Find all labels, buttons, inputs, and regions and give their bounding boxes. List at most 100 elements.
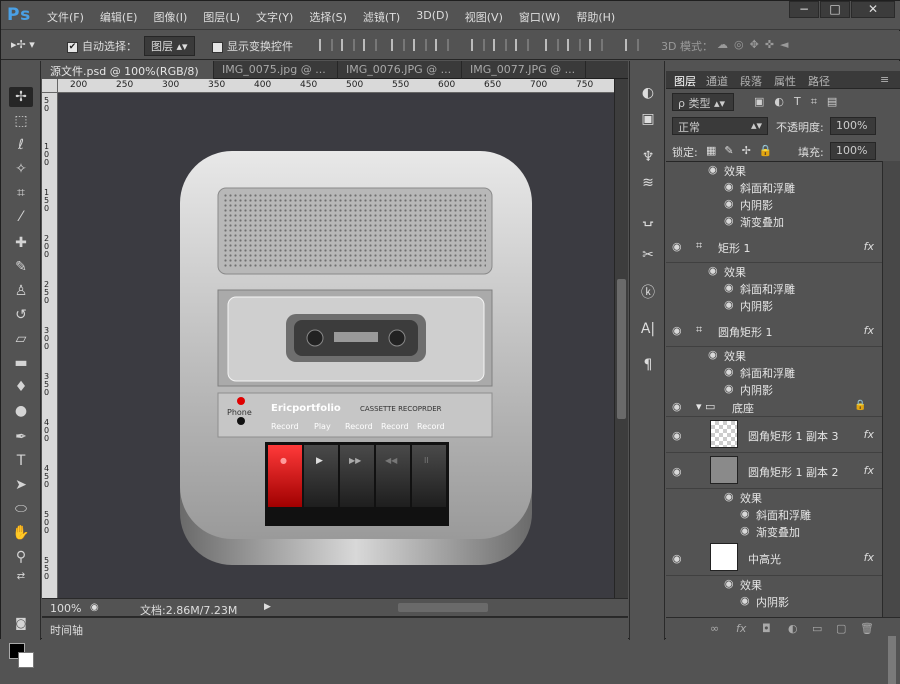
- horizontal-ruler[interactable]: 200 250 300 350 400 450 500 550 600 650 700 750: [58, 79, 614, 93]
- align-right-icon[interactable]: [435, 39, 449, 51]
- menu-item[interactable]: 文字(Y): [256, 9, 293, 25]
- tab-doc-2[interactable]: IMG_0075.jpg @ ... ×: [214, 61, 338, 89]
- panel-menu-icon[interactable]: ≡: [880, 73, 889, 86]
- canvas-vertical-scrollbar[interactable]: [614, 79, 628, 598]
- distribute-left-icon[interactable]: [545, 39, 559, 51]
- brush-tool-icon[interactable]: ✎: [9, 257, 33, 277]
- 3d-tools-icons[interactable]: ☁◎✥✜◄: [717, 38, 795, 51]
- visibility-eye-icon[interactable]: ◉: [724, 490, 734, 503]
- status-arrow-icon[interactable]: ▶: [264, 602, 271, 612]
- type-tool-icon[interactable]: T: [9, 451, 33, 471]
- paragraph-panel-icon[interactable]: ¶: [638, 355, 658, 375]
- align-top-icon[interactable]: [319, 39, 333, 51]
- fx-badge[interactable]: fx: [864, 240, 874, 253]
- layer-effect-item[interactable]: ◉ 内阴影: [666, 196, 882, 213]
- kuler-icon[interactable]: ⓚ: [638, 283, 658, 303]
- distribute-right-icon[interactable]: [589, 39, 603, 51]
- magic-wand-icon[interactable]: ✧: [9, 159, 33, 179]
- zoom-level[interactable]: 100%: [50, 602, 81, 615]
- new-layer-icon[interactable]: ▢: [836, 622, 846, 635]
- lasso-tool-icon[interactable]: ℓ: [9, 135, 33, 155]
- visibility-eye-icon[interactable]: ◉: [672, 465, 682, 478]
- visibility-eye-icon[interactable]: ◉: [708, 264, 718, 277]
- visibility-eye-icon[interactable]: ◉: [724, 180, 734, 193]
- move-tool-icon[interactable]: ▸✢ ▾: [11, 38, 35, 51]
- healing-brush-icon[interactable]: ✚: [9, 233, 33, 253]
- layer-name[interactable]: 中高光: [748, 551, 781, 567]
- menu-item[interactable]: 选择(S): [309, 9, 347, 25]
- ruler-corner[interactable]: [42, 79, 58, 93]
- layer-effect-item[interactable]: ◉ 斜面和浮雕: [666, 179, 882, 196]
- layer-thumbnail[interactable]: [710, 456, 738, 484]
- menu-item[interactable]: 文件(F): [47, 9, 84, 25]
- layer-effect-item[interactable]: ◉ 渐变叠加: [666, 213, 882, 230]
- menu-item[interactable]: 帮助(H): [576, 9, 615, 25]
- visibility-eye-icon[interactable]: ◉: [740, 594, 750, 607]
- canvas-horizontal-scrollbar[interactable]: [398, 603, 488, 612]
- distribute-bottom-icon[interactable]: [515, 39, 529, 51]
- menu-item[interactable]: 滤镜(T): [363, 9, 400, 25]
- group-name[interactable]: 底座: [732, 400, 754, 416]
- visibility-eye-icon[interactable]: ◉: [708, 348, 718, 361]
- status-menu-icon[interactable]: ◉: [90, 602, 99, 613]
- visibility-eye-icon[interactable]: ◉: [724, 577, 734, 590]
- path-select-icon[interactable]: ➤: [9, 475, 33, 495]
- move-tool-icon[interactable]: ✢: [9, 87, 33, 107]
- gradient-tool-icon[interactable]: ▬: [9, 353, 33, 373]
- tool-presets-icon[interactable]: ✂: [638, 245, 658, 265]
- layer-effect-item[interactable]: ◉ 斜面和浮雕: [666, 506, 882, 523]
- blend-mode-dropdown[interactable]: 正常 ▴▾: [672, 117, 768, 135]
- visibility-eye-icon[interactable]: ◉: [724, 197, 734, 210]
- layer-name[interactable]: 圆角矩形 1: [718, 324, 773, 340]
- stamp-tool-icon[interactable]: ♙: [9, 281, 33, 301]
- tab-layers[interactable]: 图层: [674, 73, 696, 89]
- visibility-eye-icon[interactable]: ◉: [672, 429, 682, 442]
- layer-row[interactable]: ◉ 中高光 fx: [666, 540, 882, 576]
- visibility-eye-icon[interactable]: ◉: [724, 281, 734, 294]
- adjustment-layer-icon[interactable]: ◐: [788, 622, 798, 635]
- layer-row[interactable]: ◉ 圆角矩形 1 副本 2 fx: [666, 453, 882, 489]
- menu-item[interactable]: 视图(V): [465, 9, 503, 25]
- auto-align-icon[interactable]: [625, 39, 639, 51]
- adjustments-panel-icon[interactable]: ▣: [638, 109, 658, 129]
- blur-tool-icon[interactable]: ♦: [9, 377, 33, 397]
- fx-badge[interactable]: fx: [864, 324, 874, 337]
- menu-item[interactable]: 窗口(W): [519, 9, 560, 25]
- visibility-eye-icon[interactable]: ◉: [672, 400, 682, 413]
- lock-icons[interactable]: ▦✎✢🔒: [706, 144, 781, 157]
- align-bottom-icon[interactable]: [363, 39, 377, 51]
- visibility-eye-icon[interactable]: ◉: [672, 324, 682, 337]
- visibility-eye-icon[interactable]: ◉: [724, 298, 734, 311]
- add-style-icon[interactable]: fx: [736, 622, 746, 635]
- tab-paragraph[interactable]: 段落: [740, 73, 762, 89]
- show-transform-checkbox[interactable]: 显示变换控件: [212, 38, 293, 54]
- visibility-eye-icon[interactable]: ◉: [672, 240, 682, 253]
- close-button[interactable]: ✕: [851, 1, 895, 18]
- layer-thumbnail[interactable]: [710, 420, 738, 448]
- distribute-vcenter-icon[interactable]: [493, 39, 507, 51]
- delete-layer-icon[interactable]: 🗑: [860, 622, 874, 635]
- auto-select-dropdown[interactable]: 图层 ▴▾: [144, 36, 195, 56]
- fx-badge[interactable]: fx: [864, 464, 874, 477]
- layer-effect-item[interactable]: ◉ 内阴影: [666, 593, 882, 610]
- minimize-button[interactable]: −: [789, 1, 819, 18]
- layer-name[interactable]: 矩形 1: [718, 240, 751, 256]
- tab-paths[interactable]: 路径: [808, 73, 830, 89]
- tab-channels[interactable]: 通道: [706, 73, 728, 89]
- layer-effect-item[interactable]: ◉ 斜面和浮雕: [666, 280, 882, 297]
- opacity-input[interactable]: 100%: [830, 117, 876, 135]
- pen-tool-icon[interactable]: ✒: [9, 427, 33, 447]
- scroll-thumb[interactable]: [888, 636, 896, 684]
- layer-effect-item[interactable]: ◉ 效果: [666, 263, 882, 280]
- zoom-tool-icon[interactable]: ⚲: [9, 547, 33, 567]
- shape-tool-icon[interactable]: ⬭: [9, 499, 33, 519]
- layer-group-row[interactable]: ◉ ▾ ▭ 底座 🔒: [666, 398, 882, 417]
- visibility-eye-icon[interactable]: ◉: [724, 214, 734, 227]
- new-group-icon[interactable]: ▭: [812, 622, 822, 635]
- layer-effect-item[interactable]: ◉ 效果: [666, 162, 882, 179]
- menu-item[interactable]: 图层(L): [203, 9, 240, 25]
- fill-input[interactable]: 100%: [830, 142, 876, 160]
- dodge-tool-icon[interactable]: ●: [9, 401, 33, 421]
- tab-doc-1[interactable]: 源文件.psd @ 100%(RGB/8) * ×: [42, 61, 214, 92]
- layer-row[interactable]: ◉ 圆角矩形 1 副本 3 fx: [666, 417, 882, 453]
